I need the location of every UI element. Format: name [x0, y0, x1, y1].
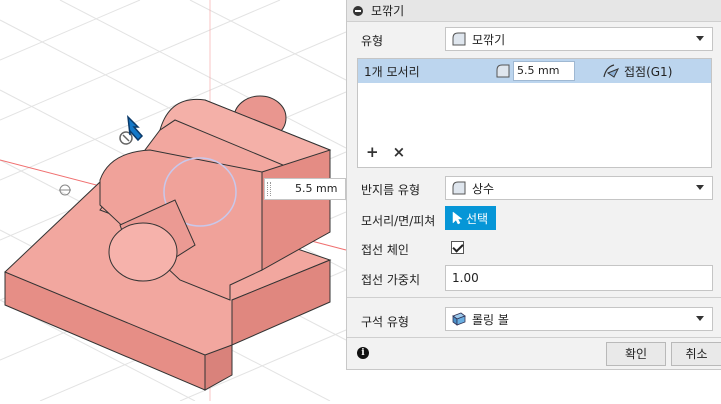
select-button-label: 선택: [466, 211, 489, 226]
tangent-weight-label: 접선 가중치: [361, 273, 421, 287]
corner-type-label: 구석 유형: [361, 315, 409, 329]
type-value: 모깎기: [472, 32, 506, 47]
dialog-title: 모깎기: [371, 4, 405, 18]
radius-type-label: 반지름 유형: [361, 183, 421, 197]
divider: [347, 297, 721, 298]
tangent-chain-label: 접선 체인: [361, 243, 409, 257]
constant-radius-icon: [452, 181, 466, 195]
chevron-down-icon: [696, 36, 704, 41]
chevron-down-icon: [696, 316, 704, 321]
corner-type-select[interactable]: 롤링 볼: [445, 307, 713, 331]
type-select[interactable]: 모깎기: [445, 27, 713, 51]
viewport-radius-value: 5.5 mm: [295, 182, 338, 195]
x-icon[interactable]: ×: [393, 143, 406, 161]
tangency-label[interactable]: 접점(G1): [624, 63, 672, 80]
select-button[interactable]: 선택: [445, 206, 496, 230]
tangent-weight-input[interactable]: 1.00: [445, 265, 713, 291]
tangent-chain-checkbox[interactable]: [451, 241, 464, 254]
cancel-button[interactable]: 취소: [671, 342, 721, 366]
fillet-shape-icon: [452, 32, 466, 46]
edge-selection-list[interactable]: 1개 모서리 5.5 mm 접점(G1) + ×: [357, 58, 712, 168]
cursor-arrow-icon: [452, 211, 463, 225]
radius-type-value: 상수: [472, 181, 495, 196]
dialog-header[interactable]: 모깎기: [347, 0, 721, 22]
collapse-icon[interactable]: [353, 5, 363, 16]
blue-arrow-manipulator-icon[interactable]: [114, 112, 154, 152]
fillet-dialog: 모깎기 유형 모깎기 1개 모서리 5.5 mm 접점(G1) + × 반지름 …: [346, 0, 721, 370]
edges-label: 모서리/면/피쳐: [361, 214, 436, 228]
info-icon[interactable]: i: [357, 347, 369, 359]
viewport-radius-input[interactable]: 5.5 mm: [264, 178, 346, 200]
tangency-icon: [603, 64, 620, 78]
chevron-down-icon: [696, 185, 704, 190]
type-label: 유형: [361, 34, 384, 48]
corner-type-value: 롤링 볼: [472, 312, 509, 327]
plus-icon[interactable]: +: [366, 143, 379, 161]
divider: [347, 337, 721, 338]
edge-count-label: 1개 모서리: [364, 64, 420, 79]
rolling-ball-icon: [452, 312, 466, 326]
ok-button[interactable]: 확인: [606, 342, 666, 366]
drag-grip-icon[interactable]: [267, 182, 271, 196]
radius-type-select[interactable]: 상수: [445, 176, 713, 200]
list-item[interactable]: 1개 모서리 5.5 mm 접점(G1): [358, 59, 711, 83]
radius-shape-icon: [496, 64, 510, 78]
edge-radius-input[interactable]: 5.5 mm: [513, 61, 575, 81]
